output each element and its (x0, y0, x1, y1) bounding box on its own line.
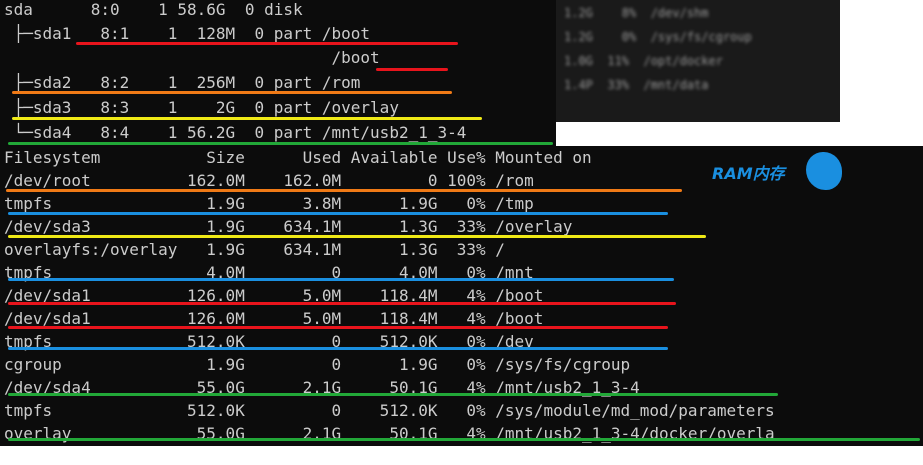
blurred-row: 1.4P 33% /mnt/data (564, 78, 709, 92)
df-row-overlayfs: overlayfs:/overlay 1.9G 634.1M 1.3G 33% … (4, 240, 505, 259)
red-underline (76, 42, 458, 45)
green-underline (8, 142, 553, 145)
blue-underline (8, 347, 668, 350)
red-underline (376, 68, 448, 71)
yellow-underline (12, 117, 482, 120)
red-underline (8, 302, 676, 305)
df-row-cgroup: cgroup 1.9G 0 1.9G 0% /sys/fs/cgroup (4, 355, 631, 374)
df-row-docker-overlay: overlay 55.0G 2.1G 50.1G 4% /mnt/usb2_1_… (4, 424, 775, 443)
blue-underline (8, 212, 668, 215)
blurred-background-window: 1.2G 8% /dev/shm 1.2G 0% /sys/fs/cgroup … (556, 0, 840, 122)
ram-annotation-label: RAM内存 (712, 164, 785, 183)
df-row-md-mod: tmpfs 512.0K 0 512.0K 0% /sys/module/md_… (4, 401, 775, 420)
blue-marker-blob (806, 152, 842, 190)
blurred-row: 1.2G 8% /dev/shm (564, 6, 709, 20)
lsblk-row-sda1-boot: /boot (4, 48, 380, 67)
lsblk-terminal: sda 8:0 1 58.6G 0 disk ├─sda1 8:1 1 128M… (0, 0, 556, 146)
orange-underline (12, 91, 452, 94)
lsblk-row-sda: sda 8:0 1 58.6G 0 disk (4, 0, 303, 19)
green-underline (8, 438, 920, 441)
red-underline (8, 326, 668, 329)
df-header: Filesystem Size Used Available Use% Moun… (4, 148, 592, 167)
blurred-row: 1.0G 11% /opt/docker (564, 54, 723, 68)
blurred-row: 1.2G 0% /sys/fs/cgroup (564, 30, 752, 44)
lsblk-row-sda4: └─sda4 8:4 1 56.2G 0 part /mnt/usb2_1_3-… (4, 123, 467, 142)
lsblk-row-sda3: ├─sda3 8:3 1 2G 0 part /overlay (4, 98, 399, 117)
orange-underline (6, 189, 682, 192)
blue-underline (8, 278, 674, 281)
yellow-underline (8, 235, 706, 238)
green-underline (8, 393, 778, 396)
